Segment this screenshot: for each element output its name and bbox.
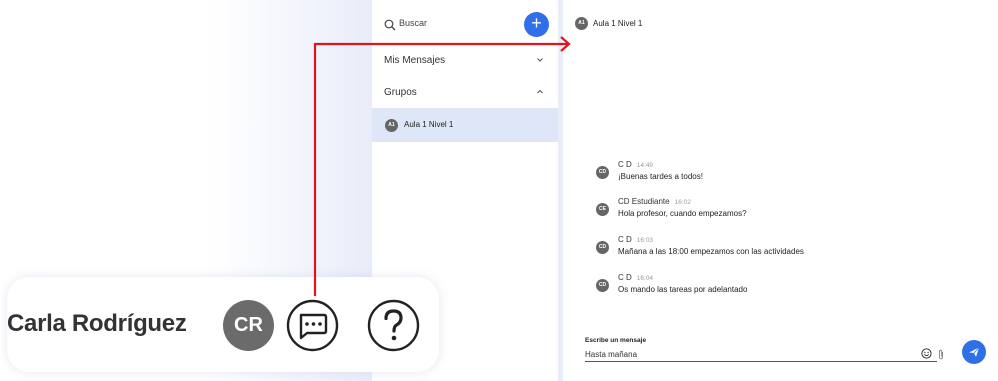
send-button[interactable] [962, 340, 986, 364]
section-label: Mis Mensajes [384, 55, 446, 66]
chevron-up-icon [537, 89, 543, 94]
section-label: Grupos [384, 87, 417, 98]
message-avatar: CD [596, 166, 609, 179]
message-time: 16:02 [674, 199, 691, 206]
search-input[interactable]: Buscar [399, 18, 427, 28]
message-author: C D [618, 235, 632, 244]
chat-title: Aula 1 Nivel 1 [593, 19, 643, 28]
message: CE CD Estudiante 16:02 Hola profesor, cua… [596, 197, 976, 227]
user-toolbar-callout: Carla Rodríguez CR [7, 277, 439, 372]
chevron-down-icon [537, 58, 543, 62]
group-item-aula-1[interactable]: A1 Aula 1 Nivel 1 [372, 108, 558, 142]
message-text: Os mando las tareas por adelantado [618, 285, 748, 294]
message-avatar: CD [596, 241, 609, 254]
chat-panel: A1 Aula 1 Nivel 1 CD C D 14:49 ¡Buenas ta… [563, 0, 998, 381]
user-name: Carla Rodríguez [7, 310, 187, 337]
chat-header-avatar: A1 [575, 17, 588, 30]
message-header: C D 16:04 [618, 273, 653, 282]
search-row[interactable]: Buscar + [372, 10, 558, 40]
compose-area: Escribe un mensaje [585, 335, 965, 365]
group-avatar: A1 [385, 119, 398, 132]
message-text: Hola profesor, cuando empezamos? [618, 209, 747, 218]
user-avatar[interactable]: CR [223, 300, 274, 351]
message-avatar: CD [596, 279, 609, 292]
new-chat-button[interactable]: + [524, 12, 549, 37]
message-text: Mañana a las 18:00 empezamos con las act… [618, 247, 804, 256]
message-author: CD Estudiante [618, 197, 670, 206]
message-input[interactable] [585, 348, 937, 362]
message-header: C D 16:03 [618, 235, 653, 244]
message: CD C D 16:04 Os mando las tareas por adel… [596, 273, 976, 303]
send-icon [969, 347, 980, 357]
group-label: Aula 1 Nivel 1 [404, 120, 454, 129]
chat-icon[interactable] [285, 298, 340, 353]
message-text: ¡Buenas tardes a todos! [618, 172, 703, 181]
message: CD C D 14:49 ¡Buenas tardes a todos! [596, 160, 976, 190]
message-avatar: CE [596, 203, 609, 216]
emoji-icon[interactable] [921, 348, 932, 359]
message: CD C D 16:03 Mañana a las 18:00 empezamos… [596, 235, 976, 265]
message-author: C D [618, 273, 632, 282]
search-icon [384, 19, 396, 31]
compose-label: Escribe un mensaje [585, 337, 647, 344]
message-header: C D 14:49 [618, 160, 653, 169]
message-header: CD Estudiante 16:02 [618, 197, 691, 206]
help-icon[interactable] [366, 298, 421, 353]
message-time: 16:04 [636, 275, 654, 282]
section-groups[interactable]: Grupos [372, 79, 558, 107]
message-author: C D [618, 160, 632, 169]
attachment-icon[interactable] [937, 349, 945, 360]
message-time: 16:03 [636, 237, 654, 244]
section-my-messages[interactable]: Mis Mensajes [372, 47, 558, 75]
message-time: 14:49 [636, 162, 654, 169]
